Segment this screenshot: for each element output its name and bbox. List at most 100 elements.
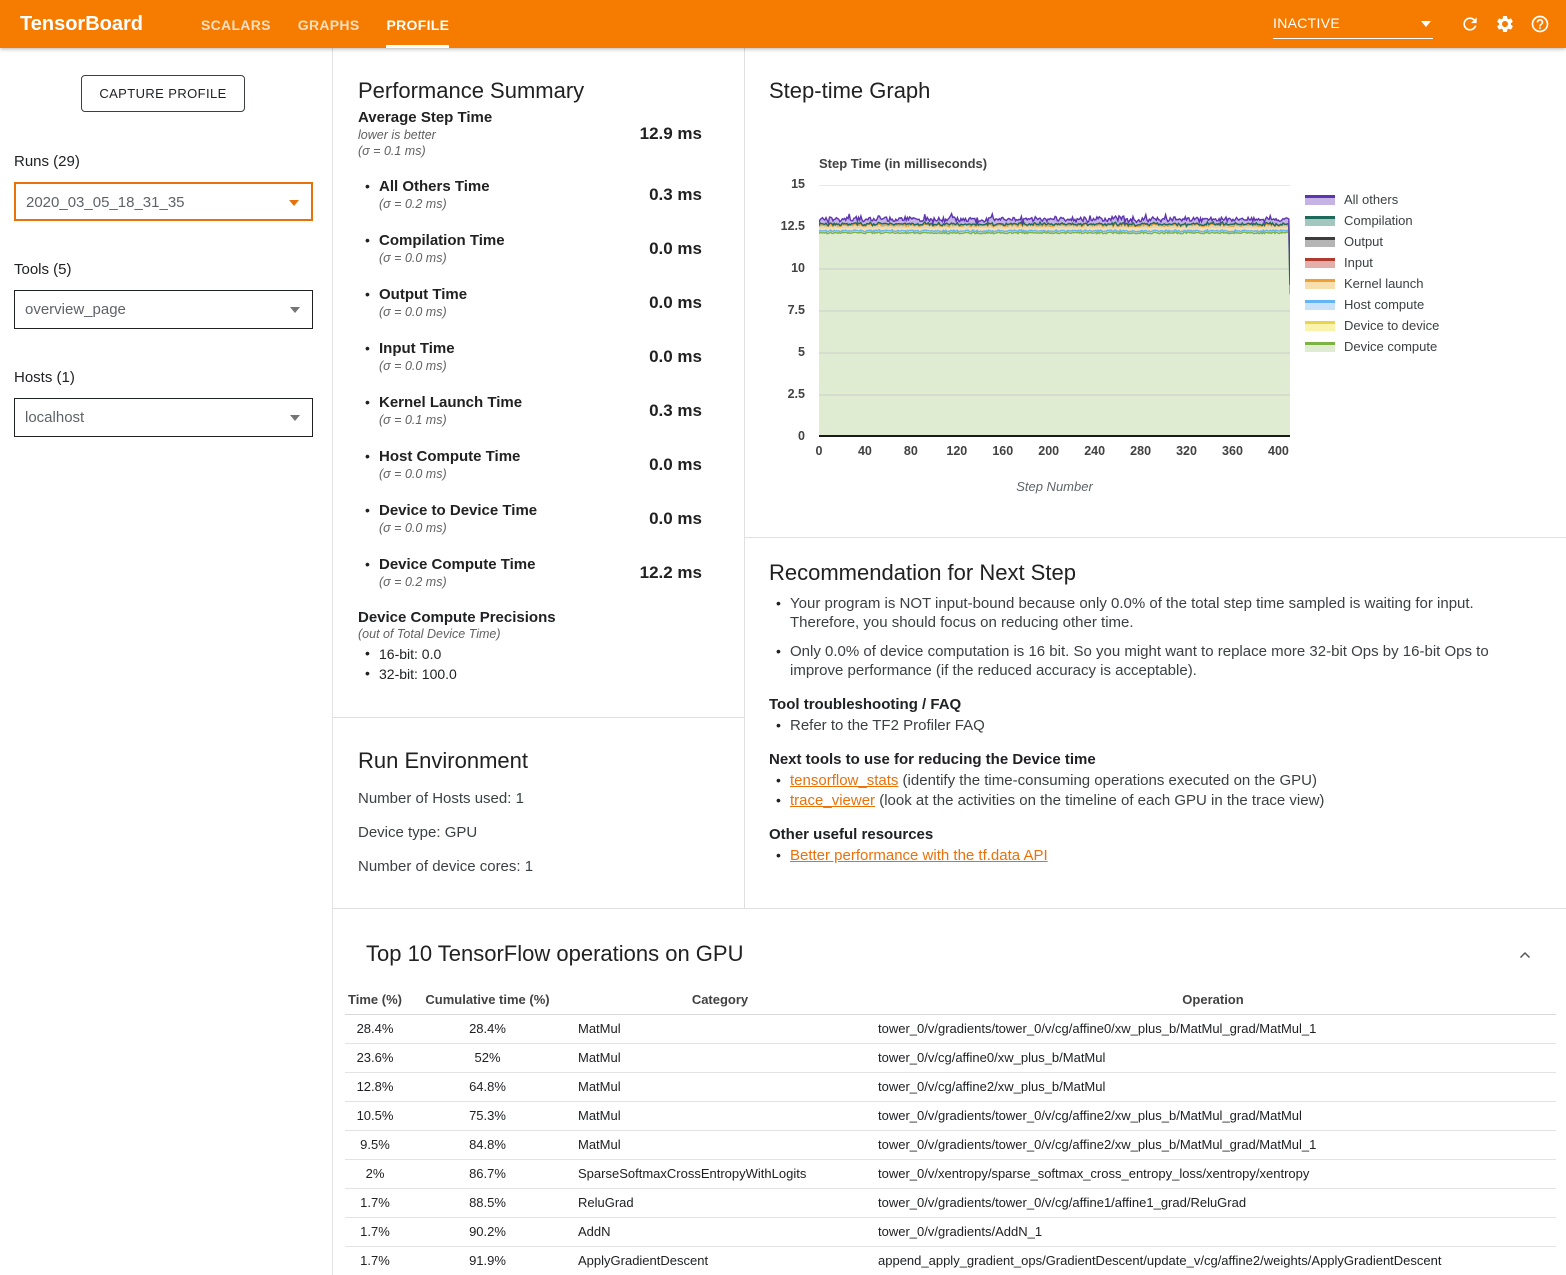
cell-operation: tower_0/v/gradients/tower_0/v/cg/affine0… (870, 1014, 1556, 1043)
other-resources-title: Other useful resources (769, 826, 1542, 843)
legend-swatch-icon (1305, 258, 1335, 268)
legend-swatch-icon (1305, 342, 1335, 352)
legend-label: Host compute (1344, 297, 1424, 312)
runs-select[interactable]: 2020_03_05_18_31_35 (14, 182, 313, 221)
precisions-title: Device Compute Precisions (358, 609, 702, 626)
cell-category: MatMul (570, 1043, 870, 1072)
resource-item: • Better performance with the tf.data AP… (769, 846, 1542, 865)
x-tick-label: 200 (1027, 444, 1071, 458)
legend-label: Output (1344, 234, 1383, 249)
cell-time: 1.7% (345, 1246, 405, 1275)
table-row: 9.5% 84.8% MatMul tower_0/v/gradients/to… (345, 1130, 1556, 1159)
recommendation-bullet: •Your program is NOT input-bound because… (769, 594, 1542, 632)
run-environment-section: Run Environment Number of Hosts used: 1D… (333, 718, 745, 908)
precision-item: •16-bit: 0.0 (358, 644, 702, 664)
metric-sigma: (σ = 0.2 ms) (379, 196, 490, 212)
tools-select[interactable]: overview_page (14, 290, 313, 329)
tool-link[interactable]: trace_viewer (790, 792, 875, 809)
bullet-icon: • (358, 555, 379, 574)
cell-time: 23.6% (345, 1043, 405, 1072)
perf-metrics: • All Others Time (σ = 0.2 ms) 0.3 ms • … (358, 177, 702, 590)
cell-cumulative: 28.4% (405, 1014, 570, 1043)
bullet-icon: • (358, 644, 379, 663)
capture-profile-button[interactable]: CAPTURE PROFILE (81, 75, 245, 112)
step-time-chart (819, 185, 1290, 437)
top-navbar: TensorBoard SCALARSGRAPHSPROFILE INACTIV… (0, 0, 1566, 48)
metric-value: 0.3 ms (649, 185, 702, 205)
x-tick-label: 240 (1073, 444, 1117, 458)
status-dropdown[interactable]: INACTIVE (1273, 9, 1433, 39)
cell-cumulative: 84.8% (405, 1130, 570, 1159)
legend-entry: Input (1305, 252, 1439, 273)
recommendation-section: Recommendation for Next Step •Your progr… (745, 538, 1566, 908)
metric-sigma: (σ = 0.0 ms) (379, 250, 505, 266)
env-item: Number of Hosts used: 1 (358, 790, 533, 807)
x-tick-label: 0 (797, 444, 841, 458)
average-step-time-note: lower is better (358, 127, 492, 143)
x-tick-label: 40 (843, 444, 887, 458)
top-ops-section: Top 10 TensorFlow operations on GPU Time… (333, 908, 1566, 1275)
cell-time: 1.7% (345, 1217, 405, 1246)
recommendation-body: •Your program is NOT input-bound because… (769, 594, 1542, 866)
cell-time: 2% (345, 1159, 405, 1188)
cell-cumulative: 64.8% (405, 1072, 570, 1101)
tab-profile[interactable]: PROFILE (386, 0, 449, 48)
metric-row: • Compilation Time (σ = 0.0 ms) 0.0 ms (358, 231, 702, 266)
settings-gear-icon[interactable] (1495, 14, 1515, 34)
cell-cumulative: 91.9% (405, 1246, 570, 1275)
metric-row: • Input Time (σ = 0.0 ms) 0.0 ms (358, 339, 702, 374)
average-step-time-value: 12.9 ms (640, 124, 702, 144)
bullet-icon: • (358, 231, 379, 250)
bullet-icon: • (358, 339, 379, 358)
tab-scalars[interactable]: SCALARS (201, 0, 271, 48)
performance-summary-section: Performance Summary Average Step Time lo… (333, 48, 745, 718)
tool-link[interactable]: tensorflow_stats (790, 772, 898, 789)
cell-time: 10.5% (345, 1101, 405, 1130)
metric-value: 0.0 ms (649, 455, 702, 475)
top-ops-table: Time (%)Cumulative time (%)CategoryOpera… (345, 986, 1556, 1275)
cell-cumulative: 52% (405, 1043, 570, 1072)
recommendation-bullets: •Your program is NOT input-bound because… (769, 594, 1542, 680)
hosts-select-value: localhost (25, 409, 84, 426)
bullet-icon: • (358, 285, 379, 304)
runs-select-value: 2020_03_05_18_31_35 (26, 194, 185, 211)
column-header: Cumulative time (%) (405, 986, 570, 1014)
bullet-icon: • (769, 642, 790, 661)
legend-label: Device to device (1344, 318, 1439, 333)
cell-category: MatMul (570, 1101, 870, 1130)
bullet-icon: • (358, 447, 379, 466)
metric-row: • Device Compute Time (σ = 0.2 ms) 12.2 … (358, 555, 702, 590)
cell-time: 1.7% (345, 1188, 405, 1217)
bullet-icon: • (358, 177, 379, 196)
column-header: Time (%) (345, 986, 405, 1014)
cell-operation: append_apply_gradient_ops/GradientDescen… (870, 1246, 1556, 1275)
resource-link[interactable]: Better performance with the tf.data API (790, 847, 1048, 864)
refresh-icon[interactable] (1460, 14, 1480, 34)
legend-swatch-icon (1305, 321, 1335, 331)
table-row: 23.6% 52% MatMul tower_0/v/cg/affine0/xw… (345, 1043, 1556, 1072)
bullet-icon: • (769, 846, 790, 865)
tab-graphs[interactable]: GRAPHS (298, 0, 360, 48)
tools-select-value: overview_page (25, 301, 126, 318)
help-icon[interactable] (1530, 14, 1550, 34)
collapse-chevron-up-icon[interactable] (1516, 947, 1534, 965)
x-axis-title: Step Number (819, 479, 1290, 494)
legend-entry: Compilation (1305, 210, 1439, 231)
legend-label: Compilation (1344, 213, 1413, 228)
next-tools-items: • tensorflow_stats (identify the time-co… (769, 771, 1542, 810)
y-tick-label: 7.5 (745, 303, 805, 317)
bullet-icon: • (769, 791, 790, 810)
bullet-icon: • (358, 393, 379, 412)
metric-sigma: (σ = 0.0 ms) (379, 304, 467, 320)
status-dropdown-value: INACTIVE (1273, 15, 1340, 31)
y-tick-label: 2.5 (745, 387, 805, 401)
cell-cumulative: 75.3% (405, 1101, 570, 1130)
table-row: 12.8% 64.8% MatMul tower_0/v/cg/affine2/… (345, 1072, 1556, 1101)
top-ops-title: Top 10 TensorFlow operations on GPU (366, 941, 743, 967)
cell-category: MatMul (570, 1130, 870, 1159)
metric-row: • Host Compute Time (σ = 0.0 ms) 0.0 ms (358, 447, 702, 482)
hosts-select[interactable]: localhost (14, 398, 313, 437)
cell-cumulative: 90.2% (405, 1217, 570, 1246)
hosts-label: Hosts (1) (14, 369, 75, 386)
sidebar: CAPTURE PROFILE Runs (29) 2020_03_05_18_… (0, 48, 333, 1275)
